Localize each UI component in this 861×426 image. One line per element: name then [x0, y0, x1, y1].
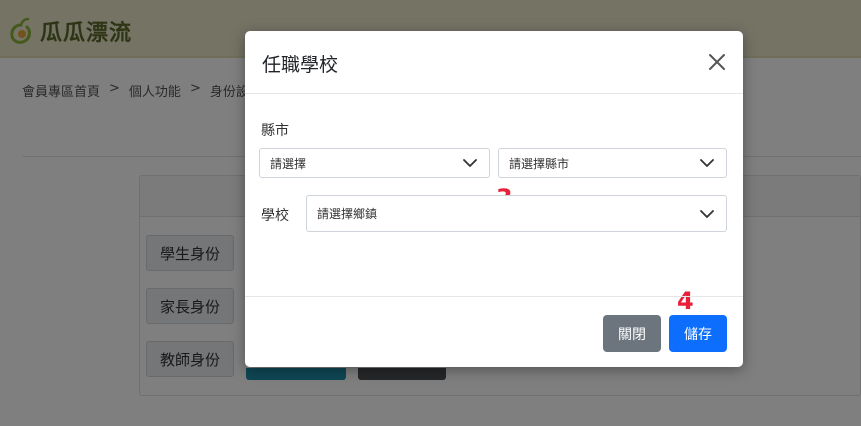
county-label: 縣市: [261, 123, 289, 139]
chevron-down-icon: [700, 159, 714, 167]
chevron-down-icon: [700, 209, 714, 218]
county-select[interactable]: 請選擇: [259, 148, 490, 178]
chevron-down-icon: [463, 159, 477, 167]
modal-header: 任職學校: [245, 31, 743, 94]
county-select-value: 請選擇: [270, 156, 307, 171]
township-select-value: 請選擇鄉鎮: [317, 207, 378, 221]
school-label: 學校: [261, 208, 289, 224]
close-button[interactable]: 關閉: [603, 315, 661, 352]
modal-title: 任職學校: [262, 54, 339, 76]
close-icon: [709, 54, 725, 70]
modal-footer: 關閉 儲存: [245, 296, 743, 367]
save-button[interactable]: 儲存: [669, 315, 727, 352]
city-select[interactable]: 請選擇縣市: [498, 148, 727, 178]
school-modal: 任職學校 縣市 請選擇 請選擇縣市 3 學校 請選擇鄉鎮 4 關閉 儲存: [245, 31, 743, 367]
township-select[interactable]: 請選擇鄉鎮: [306, 195, 727, 232]
modal-close-button[interactable]: [703, 48, 731, 76]
city-select-value: 請選擇縣市: [509, 156, 570, 171]
